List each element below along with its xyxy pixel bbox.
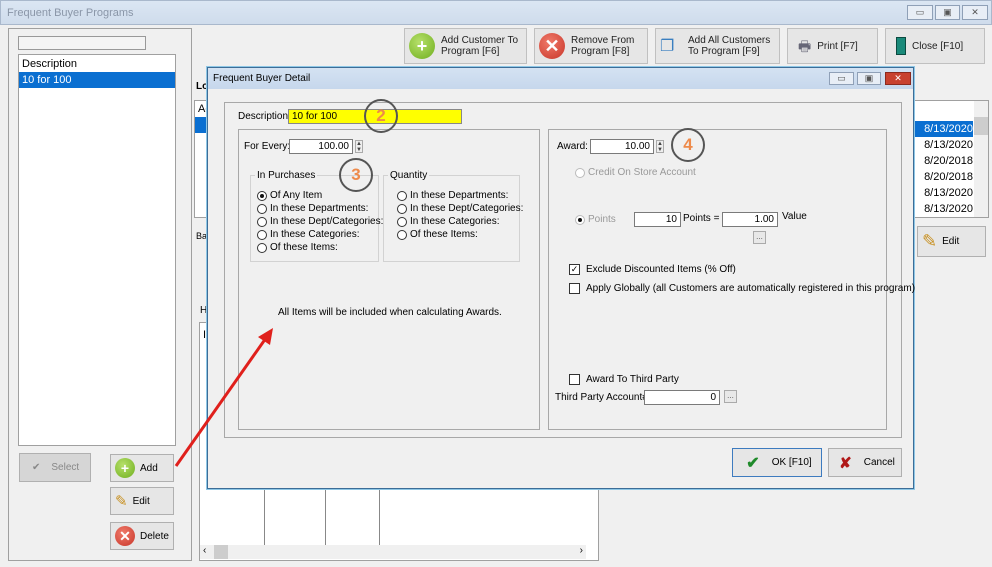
annotation-arrow — [174, 328, 273, 467]
